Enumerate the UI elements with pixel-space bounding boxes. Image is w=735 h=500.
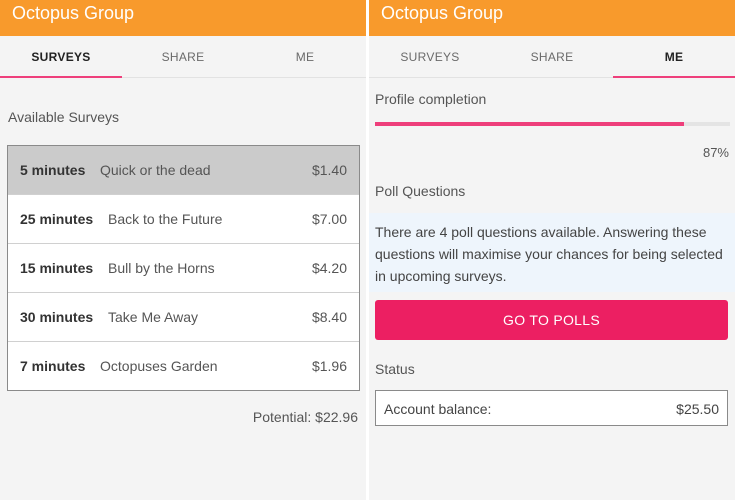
app-bar: Octopus Group (0, 0, 366, 36)
surveys-screen: Octopus Group SURVEYS SHARE ME Available… (0, 0, 366, 500)
survey-name: Octopuses Garden (100, 358, 218, 374)
account-balance-label: Account balance: (384, 401, 492, 417)
survey-price: $1.96 (311, 358, 347, 374)
survey-row[interactable]: 5 minutes Quick or the dead $1.40 (8, 146, 359, 194)
app-bar: Octopus Group (369, 0, 735, 36)
tab-me[interactable]: ME (613, 36, 735, 78)
survey-duration: 30 minutes (20, 309, 94, 325)
survey-name: Bull by the Horns (108, 260, 215, 276)
survey-price: $1.40 (311, 162, 347, 178)
me-screen: Octopus Group SURVEYS SHARE ME Profile c… (369, 0, 735, 500)
survey-list: 5 minutes Quick or the dead $1.40 25 min… (7, 145, 360, 391)
survey-price: $7.00 (311, 211, 347, 227)
survey-duration: 15 minutes (20, 260, 94, 276)
available-surveys-heading: Available Surveys (8, 109, 120, 125)
profile-progress-fill (375, 122, 684, 126)
go-to-polls-button[interactable]: GO TO POLLS (375, 300, 728, 340)
poll-info-box: There are 4 poll questions available. An… (369, 213, 735, 292)
tab-me[interactable]: ME (244, 36, 366, 78)
survey-row[interactable]: 15 minutes Bull by the Horns $4.20 (8, 243, 359, 292)
tab-surveys[interactable]: SURVEYS (0, 36, 122, 78)
tab-surveys[interactable]: SURVEYS (369, 36, 491, 78)
tab-share[interactable]: SHARE (122, 36, 244, 78)
survey-duration: 25 minutes (20, 211, 94, 227)
poll-questions-heading: Poll Questions (375, 183, 466, 199)
active-tab-indicator (0, 76, 122, 78)
survey-name: Take Me Away (108, 309, 199, 325)
survey-row[interactable]: 7 minutes Octopuses Garden $1.96 (8, 341, 359, 390)
survey-name: Back to the Future (108, 211, 223, 227)
tab-share[interactable]: SHARE (491, 36, 613, 78)
survey-price: $4.20 (311, 260, 347, 276)
survey-row[interactable]: 30 minutes Take Me Away $8.40 (8, 292, 359, 341)
app-title: Octopus Group (381, 3, 504, 23)
profile-completion-heading: Profile completion (375, 91, 487, 107)
tab-bar: SURVEYS SHARE ME (0, 36, 366, 78)
app-title: Octopus Group (12, 3, 135, 23)
account-balance-box: Account balance: $25.50 (375, 390, 728, 426)
account-balance-value: $25.50 (676, 401, 719, 417)
profile-progress-bar (375, 122, 730, 126)
potential-earnings: Potential: $22.96 (252, 409, 358, 425)
survey-duration: 5 minutes (20, 162, 86, 178)
survey-duration: 7 minutes (20, 358, 86, 374)
survey-name: Quick or the dead (100, 162, 211, 178)
tab-bar: SURVEYS SHARE ME (369, 36, 735, 78)
survey-row[interactable]: 25 minutes Back to the Future $7.00 (8, 194, 359, 243)
active-tab-indicator (613, 76, 735, 78)
status-heading: Status (375, 361, 415, 377)
profile-completion-percent: 87% (702, 145, 729, 160)
survey-price: $8.40 (311, 309, 347, 325)
